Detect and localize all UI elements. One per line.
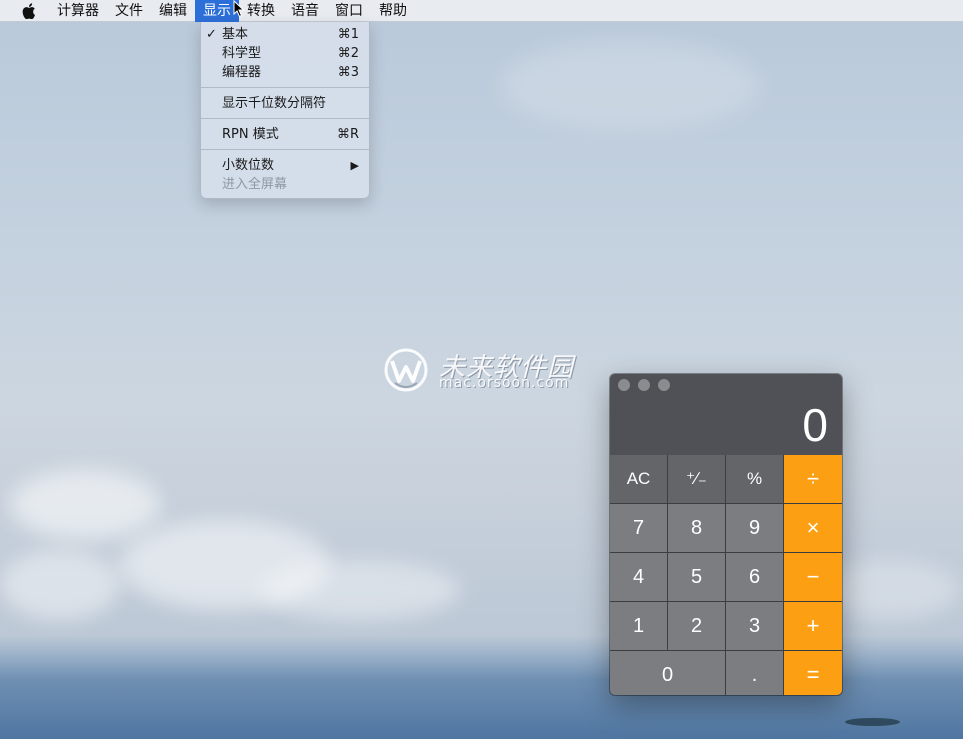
- menu-separator: [201, 87, 369, 88]
- menu-speech[interactable]: 语音: [283, 0, 327, 22]
- calculator-display: 0: [802, 399, 828, 451]
- menu-item-basic[interactable]: ✓ 基本 ⌘1: [201, 25, 369, 44]
- key-multiply[interactable]: ×: [784, 504, 842, 552]
- menu-item-decimal-places[interactable]: 小数位数 ▶: [201, 156, 369, 175]
- menu-calculator[interactable]: 计算器: [49, 0, 107, 22]
- key-toggle-sign[interactable]: ⁺∕₋: [668, 455, 725, 503]
- key-all-clear[interactable]: AC: [610, 455, 667, 503]
- key-0[interactable]: 0: [610, 651, 725, 695]
- key-percent[interactable]: %: [726, 455, 783, 503]
- menu-item-shortcut: ⌘2: [337, 46, 359, 61]
- menu-item-shortcut: ⌘R: [336, 127, 359, 142]
- key-1[interactable]: 1: [610, 602, 667, 650]
- menu-separator: [201, 118, 369, 119]
- key-5[interactable]: 5: [668, 553, 725, 601]
- watermark: 未来软件园 mac.orsoon.com: [383, 345, 583, 393]
- menu-item-label: 编程器: [222, 65, 262, 80]
- cloud: [0, 550, 120, 620]
- menu-help[interactable]: 帮助: [371, 0, 415, 22]
- menu-bar: 计算器 文件 编辑 显示 转换 语音 窗口 帮助: [0, 0, 963, 22]
- key-divide[interactable]: ÷: [784, 455, 842, 503]
- window-titlebar[interactable]: [610, 374, 842, 396]
- menu-item-shortcut: ⌘3: [337, 65, 359, 80]
- view-menu-dropdown: ✓ 基本 ⌘1 科学型 ⌘2 编程器 ⌘3 显示千位数分隔符 RPN 模式 ⌘R…: [200, 22, 370, 199]
- menu-item-label: RPN 模式: [222, 127, 279, 142]
- menu-item-label: 显示千位数分隔符: [222, 96, 327, 111]
- key-subtract[interactable]: −: [784, 553, 842, 601]
- submenu-arrow-icon: ▶: [350, 159, 359, 172]
- key-7[interactable]: 7: [610, 504, 667, 552]
- menu-item-label: 基本: [222, 27, 249, 42]
- zoom-button[interactable]: [658, 379, 670, 391]
- mouse-cursor-icon: [233, 0, 245, 18]
- checkmark-icon: ✓: [206, 27, 217, 42]
- calculator-window: 0 AC ⁺∕₋ % ÷ 7 8 9 × 4 5 6 − 1 2 3 + 0 .…: [610, 374, 842, 695]
- menu-window[interactable]: 窗口: [327, 0, 371, 22]
- key-2[interactable]: 2: [668, 602, 725, 650]
- menu-edit[interactable]: 编辑: [151, 0, 195, 22]
- menu-item-enter-fullscreen: 进入全屏幕: [201, 175, 369, 194]
- menu-item-shortcut: ⌘1: [337, 27, 359, 42]
- apple-menu-icon[interactable]: [21, 2, 37, 19]
- key-8[interactable]: 8: [668, 504, 725, 552]
- key-6[interactable]: 6: [726, 553, 783, 601]
- watermark-url: mac.orsoon.com: [439, 375, 570, 391]
- menu-item-thousands-separator[interactable]: 显示千位数分隔符: [201, 94, 369, 113]
- menu-item-scientific[interactable]: 科学型 ⌘2: [201, 44, 369, 63]
- key-9[interactable]: 9: [726, 504, 783, 552]
- menu-item-label: 小数位数: [222, 158, 275, 173]
- key-decimal[interactable]: .: [726, 651, 783, 695]
- cloud: [500, 40, 760, 130]
- cloud: [260, 560, 460, 620]
- key-4[interactable]: 4: [610, 553, 667, 601]
- key-3[interactable]: 3: [726, 602, 783, 650]
- close-button[interactable]: [618, 379, 630, 391]
- menu-item-programmer[interactable]: 编程器 ⌘3: [201, 63, 369, 82]
- minimize-button[interactable]: [638, 379, 650, 391]
- cloud: [10, 470, 160, 540]
- menu-item-label: 科学型: [222, 46, 262, 61]
- menu-convert[interactable]: 转换: [239, 0, 283, 22]
- menu-item-rpn-mode[interactable]: RPN 模式 ⌘R: [201, 125, 369, 144]
- key-add[interactable]: +: [784, 602, 842, 650]
- key-equals[interactable]: =: [784, 651, 842, 695]
- menu-file[interactable]: 文件: [107, 0, 151, 22]
- island: [845, 718, 900, 726]
- calculator-keypad: AC ⁺∕₋ % ÷ 7 8 9 × 4 5 6 − 1 2 3 + 0 . =: [610, 455, 842, 695]
- watermark-logo-icon: [384, 348, 428, 392]
- menu-item-label: 进入全屏幕: [222, 177, 288, 192]
- menu-separator: [201, 149, 369, 150]
